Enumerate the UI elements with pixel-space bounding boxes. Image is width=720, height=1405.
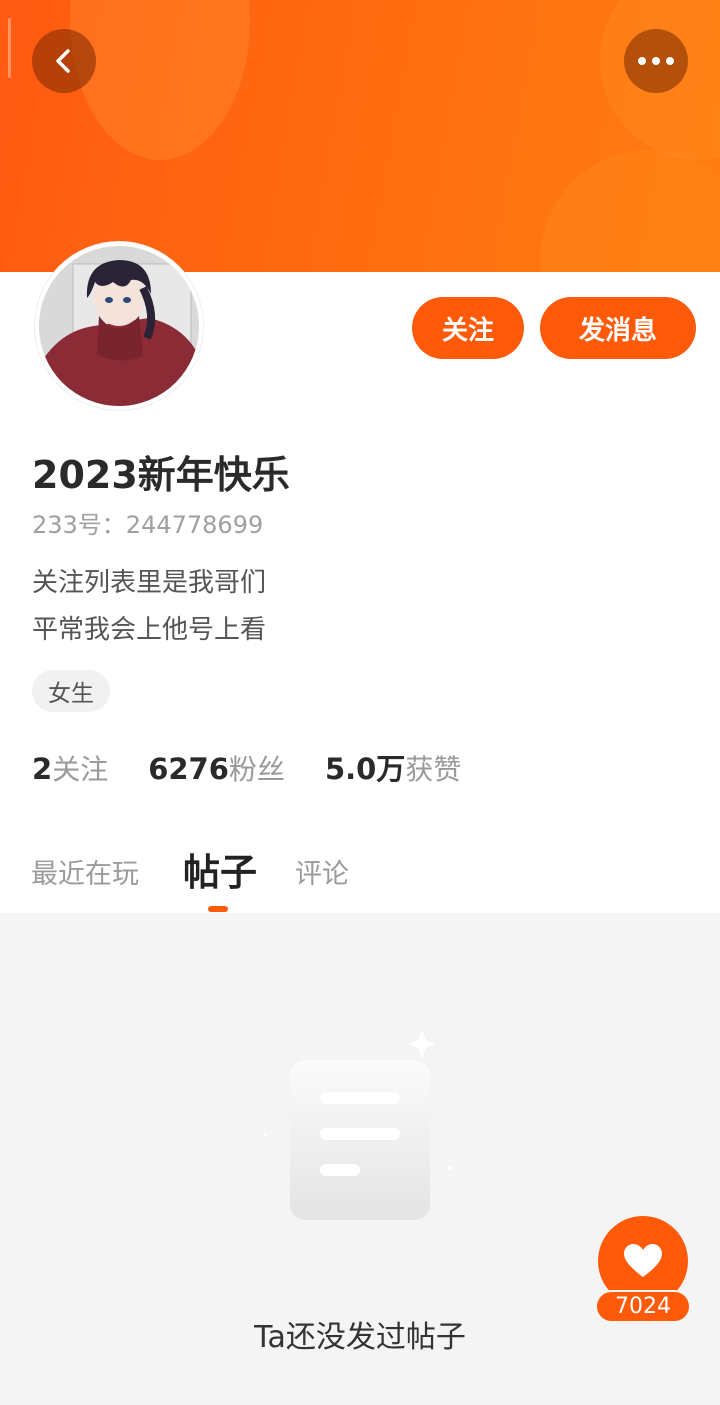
more-button[interactable] <box>624 29 688 93</box>
avatar[interactable] <box>35 242 203 410</box>
followers-label: 粉丝 <box>228 753 285 786</box>
user-bio: 关注列表里是我哥们 平常我会上他号上看 <box>32 560 266 654</box>
empty-document-icon <box>263 1030 453 1220</box>
like-count-badge: 7024 <box>595 1290 691 1323</box>
following-stat[interactable]: 2关注 <box>32 748 108 788</box>
user-id: 233号：244778699 <box>32 511 264 539</box>
tab-recently-played[interactable]: 最近在玩 <box>31 852 139 891</box>
likes-count: 5.0万 <box>324 752 406 786</box>
send-message-button[interactable]: 发消息 <box>540 297 696 359</box>
stats-row: 2关注 6276粉丝 5.0万获赞 <box>32 746 461 788</box>
likes-label: 获赞 <box>405 753 462 786</box>
profile-banner <box>0 0 720 272</box>
banner-decoration <box>70 0 250 160</box>
heart-icon <box>624 1244 662 1277</box>
more-horizontal-icon <box>638 57 674 65</box>
username: 2023新年快乐 <box>32 453 290 497</box>
tab-posts[interactable]: 帖子 <box>183 842 257 896</box>
likes-stat: 5.0万获赞 <box>325 746 461 788</box>
followers-stat[interactable]: 6276粉丝 <box>148 748 285 788</box>
banner-decoration <box>540 150 720 272</box>
follow-button[interactable]: 关注 <box>412 297 524 359</box>
banner-edge-mark <box>8 18 11 78</box>
back-button[interactable] <box>32 29 96 93</box>
bio-line: 关注列表里是我哥们 <box>32 568 267 598</box>
active-tab-indicator <box>208 906 228 912</box>
followers-count: 6276 <box>148 752 229 786</box>
gender-tag: 女生 <box>32 670 110 712</box>
tab-comments[interactable]: 评论 <box>295 852 349 891</box>
content-tabs: 最近在玩 帖子 评论 <box>0 842 720 913</box>
avatar-image <box>39 246 199 406</box>
following-label: 关注 <box>52 753 109 786</box>
profile-card: 关注 发消息 2023新年快乐 233号：244778699 关注列表里是我哥们… <box>0 242 720 913</box>
following-count: 2 <box>32 752 53 786</box>
chevron-left-icon <box>56 49 70 73</box>
bio-line: 平常我会上他号上看 <box>32 615 267 645</box>
